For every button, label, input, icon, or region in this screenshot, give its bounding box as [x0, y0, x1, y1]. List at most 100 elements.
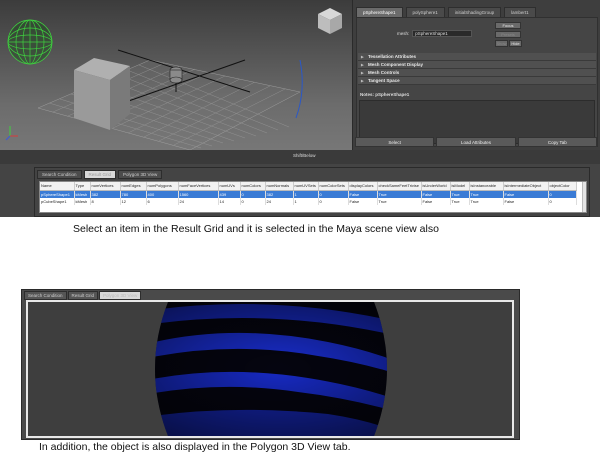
- table-cell[interactable]: 12: [120, 197, 147, 205]
- table-cell[interactable]: 0: [548, 197, 577, 205]
- notes-label: Notes: pSphereShape1: [360, 92, 410, 97]
- table-cell[interactable]: 0: [318, 190, 349, 198]
- column-header[interactable]: isModel: [450, 182, 470, 191]
- column-header[interactable]: numColorSets: [318, 182, 349, 191]
- table-cell[interactable]: kMesh: [74, 197, 91, 205]
- table-cell[interactable]: True: [469, 197, 504, 205]
- tab-polygon-3d-view[interactable]: Polygon 3D View: [99, 291, 142, 300]
- load-attributes-button[interactable]: Load Attributes: [436, 137, 516, 147]
- table-cell[interactable]: 0: [240, 190, 266, 198]
- table-cell[interactable]: 1: [293, 197, 319, 205]
- table-cell[interactable]: 400: [146, 190, 179, 198]
- column-header[interactable]: numPolygons: [146, 182, 179, 191]
- column-header[interactable]: Name: [40, 182, 75, 191]
- side-buttons: Focus Presets Show Hide: [495, 22, 522, 47]
- tab-search-condition[interactable]: Search Condition: [37, 170, 82, 179]
- result-grid-tabs: Search Condition Result Grid Polygon 3D …: [37, 170, 163, 179]
- table-cell[interactable]: 382: [90, 190, 121, 198]
- column-header[interactable]: numVertices: [90, 182, 121, 191]
- table-cell[interactable]: True: [450, 197, 470, 205]
- column-header[interactable]: objectColor: [548, 182, 577, 191]
- attribute-button-bar: Select Load Attributes Copy Tab: [352, 137, 600, 147]
- view-cube: [318, 8, 342, 34]
- table-cell[interactable]: True: [377, 190, 422, 198]
- scene-viewport[interactable]: [0, 0, 352, 150]
- tab-result-grid[interactable]: Result Grid: [83, 170, 117, 179]
- column-header[interactable]: Type: [74, 182, 91, 191]
- focus-button[interactable]: Focus: [495, 22, 521, 29]
- shelf-label: Shift/Below: [293, 153, 316, 158]
- column-header[interactable]: isIntermediateObject: [503, 182, 549, 191]
- polygon-3d-viewport[interactable]: [26, 300, 514, 438]
- table-cell[interactable]: True: [450, 190, 470, 198]
- table-cell[interactable]: False: [503, 190, 549, 198]
- table-row[interactable]: pSphereShape1 kMesh 382 780 400 1560 439 0 382 1 0…: [40, 190, 577, 198]
- sphere-render: [155, 302, 387, 436]
- column-header[interactable]: numEdges: [120, 182, 147, 191]
- result-grid-panel: Search Condition Result Grid Polygon 3D …: [34, 167, 590, 217]
- column-header[interactable]: isUnderWorld: [421, 182, 451, 191]
- copy-tab-button[interactable]: Copy Tab: [517, 137, 597, 147]
- column-header[interactable]: numColors: [240, 182, 266, 191]
- column-header[interactable]: numNormals: [265, 182, 294, 191]
- scene-drawing: [5, 8, 342, 150]
- column-header[interactable]: isInstanceable: [469, 182, 504, 191]
- select-button[interactable]: Select: [355, 137, 435, 147]
- cube-object: [74, 58, 130, 130]
- table-cell[interactable]: False: [421, 197, 451, 205]
- result-grid-table-wrap: Name Type numVertices numEdges numPolygons nu…: [39, 181, 587, 213]
- table-cell[interactable]: 780: [120, 190, 147, 198]
- table-cell[interactable]: 382: [265, 190, 294, 198]
- table-cell[interactable]: 0: [548, 190, 577, 198]
- section-mesh-controls[interactable]: Mesh Controls: [358, 69, 596, 77]
- table-cell[interactable]: pCubeShape1: [40, 197, 75, 205]
- vertical-scrollbar[interactable]: [582, 182, 586, 212]
- presets-button[interactable]: Presets: [495, 31, 521, 38]
- section-mesh-component-display[interactable]: Mesh Component Display: [358, 61, 596, 69]
- attribute-editor: pSphereShape1 polySphere1 initialShading…: [352, 0, 600, 150]
- table-cell[interactable]: kMesh: [74, 190, 91, 198]
- axis-indicator: [5, 126, 18, 141]
- sphere-pivot: [169, 66, 183, 84]
- table-cell[interactable]: True: [469, 190, 504, 198]
- column-header[interactable]: displayColors: [348, 182, 378, 191]
- tab-result-grid[interactable]: Result Grid: [67, 291, 99, 300]
- tab-polygon-3d-view[interactable]: Polygon 3D View: [118, 170, 163, 179]
- show-button[interactable]: Show: [495, 40, 508, 47]
- table-cell[interactable]: True: [377, 197, 422, 205]
- polygon-view-tabs: Search Condition Result Grid Polygon 3D …: [24, 291, 142, 300]
- table-cell[interactable]: 439: [218, 190, 241, 198]
- table-cell[interactable]: False: [348, 190, 378, 198]
- table-cell[interactable]: pSphereShape1: [40, 190, 75, 198]
- caption-result-grid: Select an item in the Result Grid and it…: [73, 223, 439, 235]
- mesh-name-field[interactable]: pSphereShape1: [412, 30, 473, 37]
- section-tangent-space[interactable]: Tangent Space: [358, 77, 596, 85]
- table-cell[interactable]: 8: [90, 197, 121, 205]
- table-cell[interactable]: 0: [240, 197, 266, 205]
- table-cell[interactable]: 6: [146, 197, 179, 205]
- table-cell[interactable]: False: [421, 190, 451, 198]
- table-cell[interactable]: 0: [318, 197, 349, 205]
- table-cell[interactable]: 24: [265, 197, 294, 205]
- column-header[interactable]: numUVs: [218, 182, 241, 191]
- caption-polygon-view: In addition, the object is also displaye…: [39, 441, 351, 453]
- wireframe-sphere: [7, 19, 53, 65]
- table-cell[interactable]: 24: [178, 197, 219, 205]
- tab-search-condition[interactable]: Search Condition: [24, 291, 67, 300]
- table-cell[interactable]: False: [503, 197, 549, 205]
- table-header-row: Name Type numVertices numEdges numPolygons nu…: [40, 182, 577, 191]
- maya-screenshot: pSphereShape1 polySphere1 initialShading…: [0, 0, 600, 217]
- page: pSphereShape1 polySphere1 initialShading…: [0, 0, 600, 468]
- hide-button[interactable]: Hide: [509, 40, 522, 47]
- sphere-object: [155, 302, 387, 436]
- section-tessellation[interactable]: Tessellation Attributes: [358, 53, 596, 61]
- attribute-body: mesh: pSphereShape1 Focus Presets Show H…: [356, 17, 598, 147]
- column-header[interactable]: numFaceVertices: [178, 182, 219, 191]
- table-cell[interactable]: 1560: [178, 190, 219, 198]
- column-header[interactable]: numUVSets: [293, 182, 319, 191]
- column-header[interactable]: checkSameFeetTrivise: [377, 182, 422, 191]
- table-cell[interactable]: False: [348, 197, 378, 205]
- table-cell[interactable]: 14: [218, 197, 241, 205]
- table-row[interactable]: pCubeShape1 kMesh 8 12 6 24 14 0 24 1 0 False True Fa…: [40, 197, 577, 205]
- table-cell[interactable]: 1: [293, 190, 319, 198]
